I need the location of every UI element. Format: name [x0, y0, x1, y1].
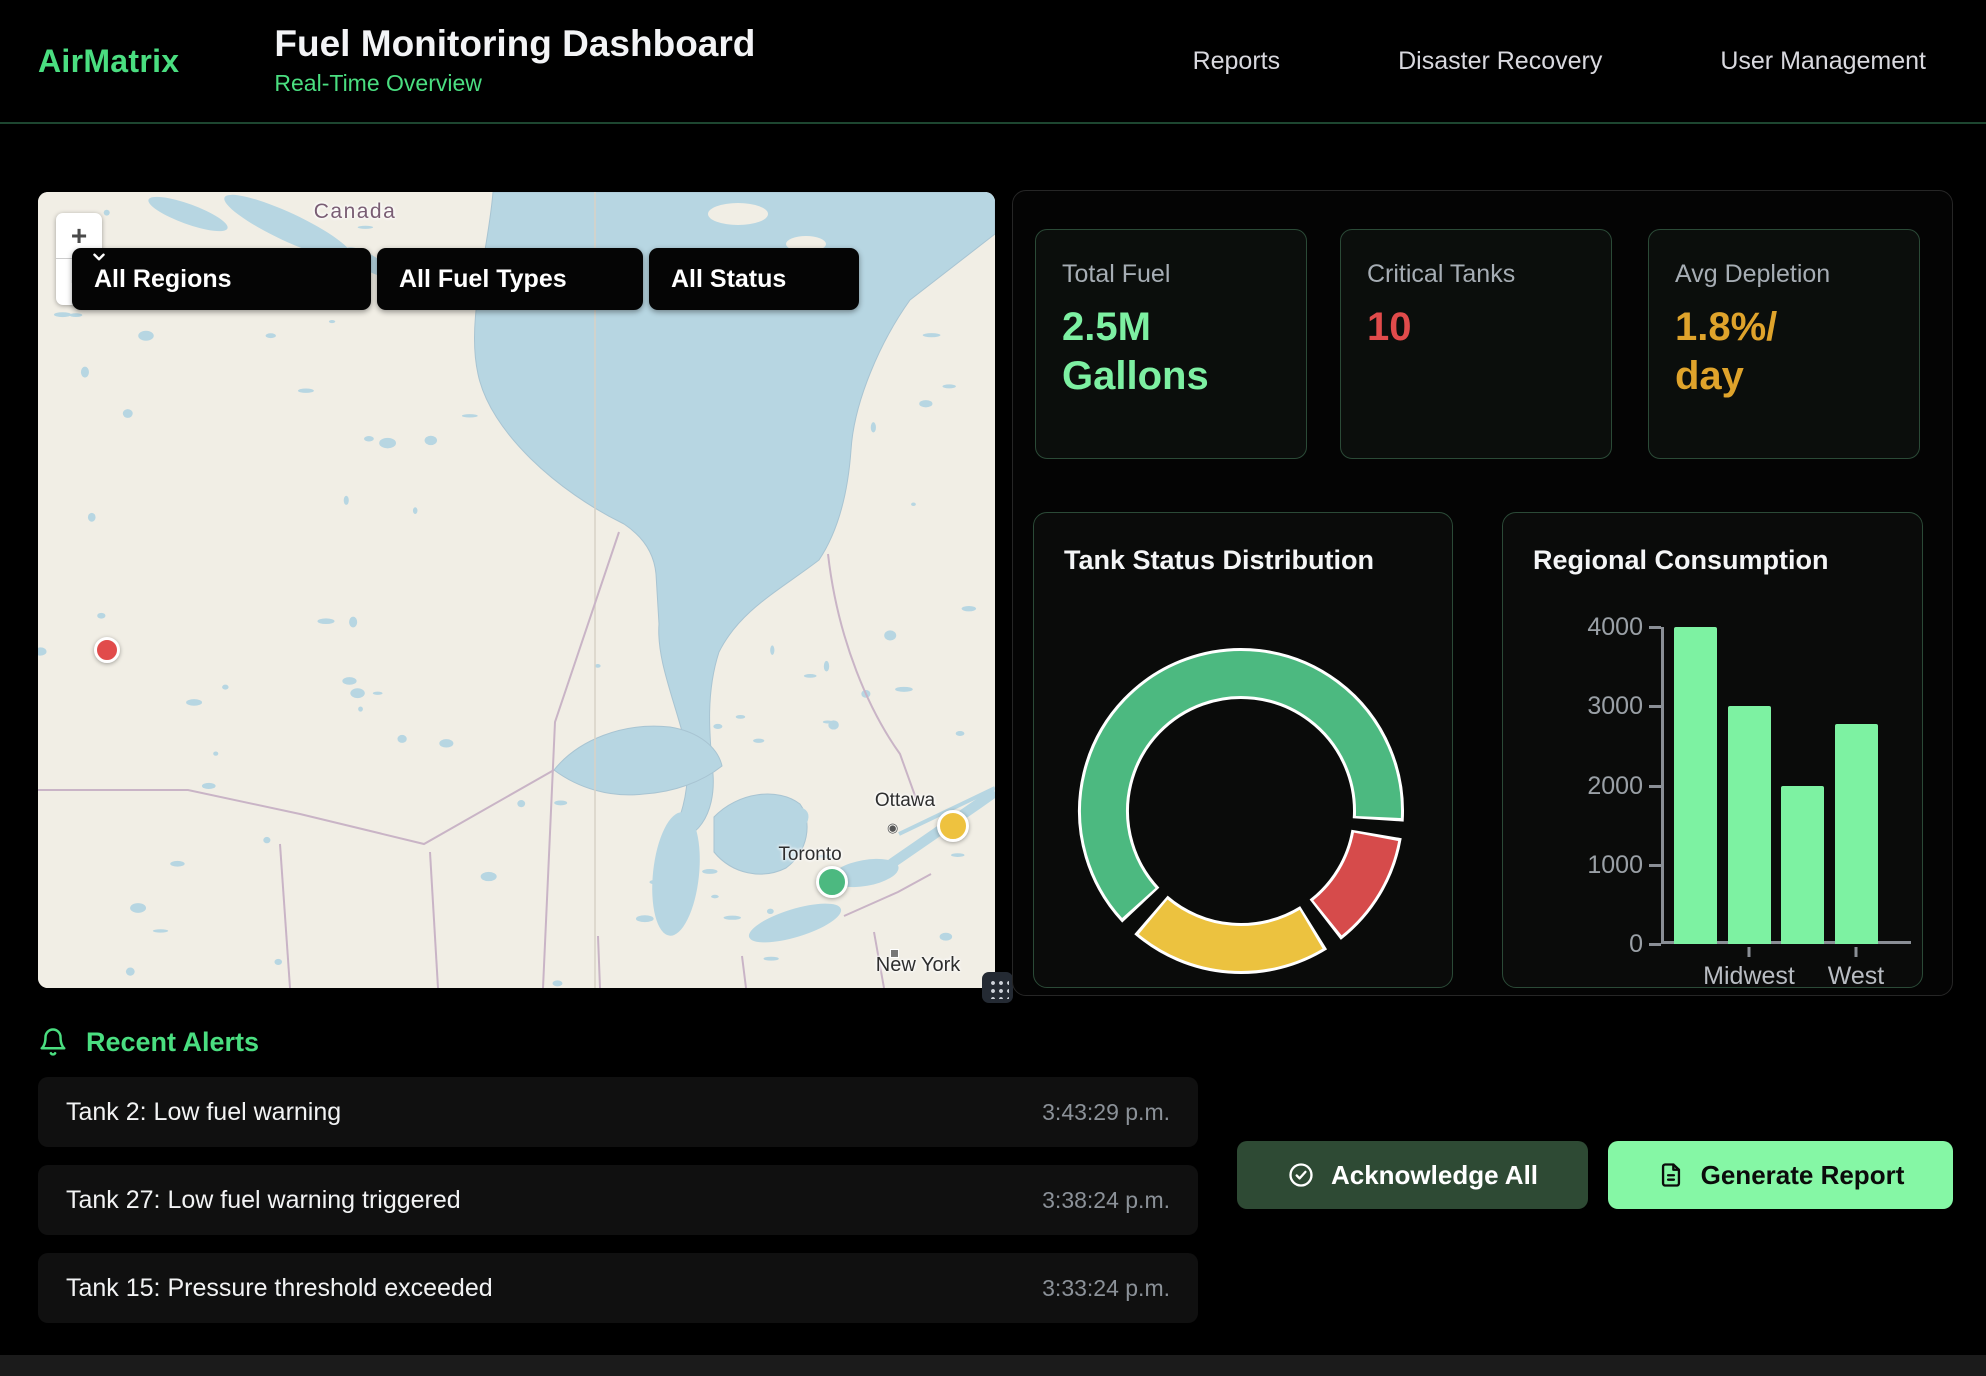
fuel-map[interactable]: Canada Ottawa ◉ Toronto New York + − All…: [38, 192, 995, 988]
recent-alerts-header: Recent Alerts: [38, 1026, 259, 1058]
map-label-toronto: Toronto: [778, 844, 841, 866]
check-circle-icon: [1287, 1161, 1315, 1189]
kpi-value-line: 2.5M: [1062, 303, 1280, 352]
nav-item-user-management[interactable]: User Management: [1720, 47, 1926, 76]
kpi-value-line: day: [1675, 352, 1893, 401]
map-label-ottawa: Ottawa: [875, 790, 935, 812]
footer-bar: [0, 1355, 1986, 1376]
recent-alerts-title: Recent Alerts: [86, 1027, 259, 1058]
tank-marker-critical[interactable]: [94, 637, 120, 663]
kpi-card-avg-depletion: Avg Depletion 1.8%/ day: [1648, 229, 1920, 459]
kpi-value-line: 10: [1367, 303, 1585, 352]
app-root: AirMatrix Fuel Monitoring Dashboard Real…: [0, 0, 1986, 1376]
generate-report-button[interactable]: Generate Report: [1608, 1141, 1953, 1209]
page-title: Fuel Monitoring Dashboard: [274, 25, 755, 64]
kpi-label: Critical Tanks: [1367, 260, 1585, 289]
acknowledge-all-label: Acknowledge All: [1331, 1160, 1538, 1191]
bell-icon: [38, 1026, 68, 1058]
kpi-card-critical-tanks: Critical Tanks 10: [1340, 229, 1612, 459]
top-nav: Reports Disaster Recovery User Managemen…: [1193, 47, 1926, 76]
tank-marker-warning[interactable]: [937, 810, 969, 842]
alert-time: 3:38:24 p.m.: [1042, 1187, 1170, 1214]
header: AirMatrix Fuel Monitoring Dashboard Real…: [0, 0, 1986, 124]
alert-row[interactable]: Tank 15: Pressure threshold exceeded 3:3…: [38, 1253, 1198, 1323]
kpi-label: Avg Depletion: [1675, 260, 1893, 289]
tank-status-donut-card: Tank Status Distribution: [1033, 512, 1453, 988]
bar-Midwest: [1728, 706, 1771, 944]
alert-text: Tank 15: Pressure threshold exceeded: [66, 1274, 493, 1303]
kpi-label: Total Fuel: [1062, 260, 1280, 289]
acknowledge-all-button[interactable]: Acknowledge All: [1237, 1141, 1588, 1209]
kpi-value: 1.8%/ day: [1675, 303, 1893, 401]
kpi-value-line: 1.8%/: [1675, 303, 1893, 352]
ottawa-town-symbol: ◉: [887, 820, 898, 836]
region-filter-value: All Regions: [94, 265, 232, 294]
fuel-type-filter-dropdown[interactable]: All Fuel Types: [377, 248, 643, 310]
map-resize-handle[interactable]: [982, 972, 1013, 1003]
generate-report-label: Generate Report: [1701, 1160, 1905, 1191]
bar-West: [1835, 724, 1878, 944]
tank-marker-normal[interactable]: [816, 866, 848, 898]
document-icon: [1657, 1161, 1685, 1189]
regional-consumption-bar-chart: 01000200030004000MidwestWest: [1503, 513, 1922, 987]
status-filter-dropdown[interactable]: All Status: [649, 248, 859, 310]
kpi-value-line: Gallons: [1062, 352, 1280, 401]
alert-text: Tank 27: Low fuel warning triggered: [66, 1186, 461, 1215]
brand-logo: AirMatrix: [38, 43, 179, 80]
alert-time: 3:33:24 p.m.: [1042, 1275, 1170, 1302]
region-filter-dropdown[interactable]: All Regions: [72, 248, 371, 310]
alert-row[interactable]: Tank 2: Low fuel warning 3:43:29 p.m.: [38, 1077, 1198, 1147]
alert-text: Tank 2: Low fuel warning: [66, 1098, 341, 1127]
chevron-down-icon: [90, 248, 108, 266]
page-subtitle: Real-Time Overview: [274, 70, 755, 97]
map-canvas: [38, 192, 995, 988]
alert-time: 3:43:29 p.m.: [1042, 1099, 1170, 1126]
map-filter-bar: All Regions All Fuel Types All Status: [72, 248, 859, 310]
kpi-card-total-fuel: Total Fuel 2.5M Gallons: [1035, 229, 1307, 459]
map-label-canada: Canada: [314, 200, 397, 224]
bar-series-0: [1674, 627, 1717, 944]
regional-consumption-bar-card: Regional Consumption 01000200030004000Mi…: [1502, 512, 1923, 988]
title-block: Fuel Monitoring Dashboard Real-Time Over…: [274, 25, 755, 97]
drag-dots-icon: [987, 977, 1009, 999]
fuel-type-filter-value: All Fuel Types: [399, 265, 567, 294]
nav-item-disaster-recovery[interactable]: Disaster Recovery: [1398, 47, 1602, 76]
tank-status-donut-chart: [1071, 641, 1411, 981]
donut-chart-title: Tank Status Distribution: [1064, 545, 1374, 576]
kpi-value: 10: [1367, 303, 1585, 352]
map-label-new-york: New York: [876, 954, 961, 977]
nav-item-reports[interactable]: Reports: [1193, 47, 1281, 76]
bar-series-2: [1781, 786, 1824, 945]
kpi-value: 2.5M Gallons: [1062, 303, 1280, 401]
alert-row[interactable]: Tank 27: Low fuel warning triggered 3:38…: [38, 1165, 1198, 1235]
status-filter-value: All Status: [671, 265, 786, 294]
